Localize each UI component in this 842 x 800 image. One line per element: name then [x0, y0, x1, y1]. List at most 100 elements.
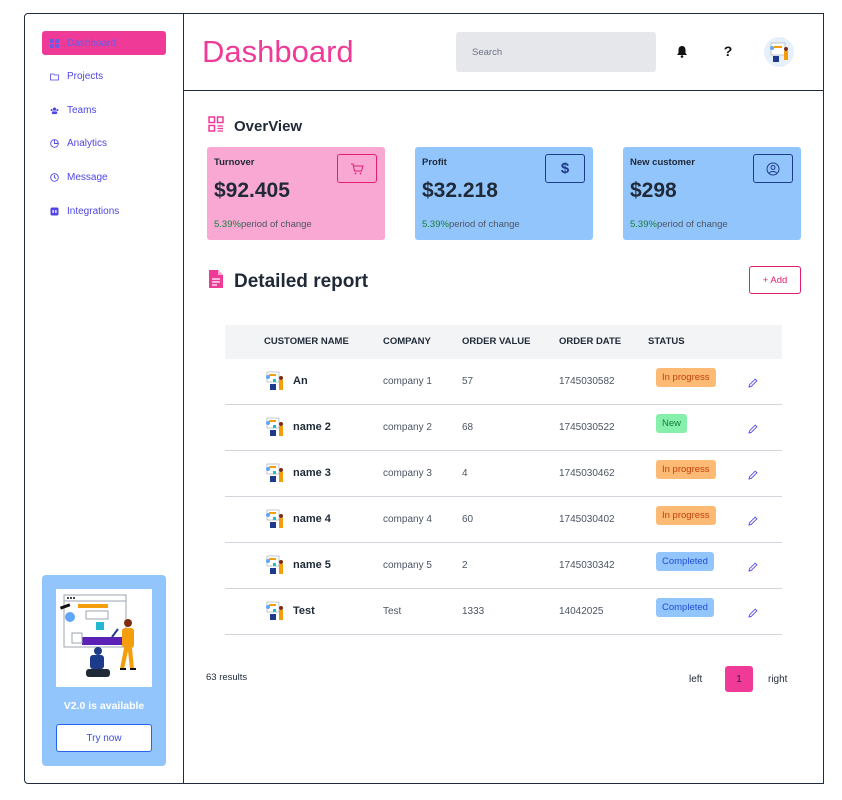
card-change-text: period of change [240, 219, 312, 230]
company-cell: Test [383, 606, 402, 617]
users-icon [50, 106, 59, 115]
table-row: name 4 company 4 60 1745030402 In progress [225, 497, 782, 543]
order-value-cell: 68 [462, 422, 474, 433]
order-date-cell: 14042025 [559, 606, 604, 617]
table-body: An company 1 57 1745030582 In progress name 2… [225, 359, 782, 635]
status-badge: In progress [656, 506, 716, 525]
order-value-cell: 57 [462, 376, 474, 387]
status-badge: In progress [656, 368, 716, 387]
company-cell: company 2 [383, 422, 432, 433]
search-input[interactable] [456, 32, 656, 72]
upgrade-promo: V2.0 is available Try now [42, 575, 166, 766]
dollar-icon-button[interactable]: $ [545, 154, 585, 183]
customer-name: Test [293, 605, 315, 617]
user-circle-icon-button[interactable] [753, 154, 793, 183]
sidebar-item-integrations[interactable]: Integrations [42, 199, 166, 223]
header: Dashboard ? [184, 14, 823, 91]
sidebar-item-analytics[interactable]: Analytics [42, 131, 166, 155]
card-label: Turnover [214, 157, 255, 168]
promo-version-text: V2.0 is available [63, 700, 145, 712]
company-cell: company 4 [383, 514, 432, 525]
help-icon[interactable]: ? [721, 43, 735, 59]
dollar-icon: $ [560, 160, 570, 177]
edit-icon[interactable] [747, 606, 759, 618]
turnover-card: Turnover $92.405 5.39%period of change [207, 147, 385, 240]
card-change-text: period of change [656, 219, 728, 230]
order-date-cell: 1745030402 [559, 514, 615, 525]
overview-icon [208, 116, 224, 136]
table-row: name 2 company 2 68 1745030522 New [225, 405, 782, 451]
status-badge: Completed [656, 598, 714, 617]
company-cell: company 3 [383, 468, 432, 479]
add-button[interactable]: + Add [749, 266, 801, 294]
sidebar-item-label: Dashboard [67, 37, 116, 49]
sidebar-item-label: Projects [67, 70, 104, 82]
col-order-value[interactable]: ORDER VALUE [462, 336, 530, 347]
prev-page-button[interactable]: left [689, 666, 702, 692]
sidebar-item-label: Teams [67, 104, 97, 116]
customer-name: name 2 [293, 421, 331, 433]
customer-name: name 3 [293, 467, 331, 479]
cart-icon-button[interactable] [337, 154, 377, 183]
order-value-cell: 2 [462, 560, 468, 571]
try-now-button[interactable]: Try now [56, 724, 152, 752]
col-customer-name[interactable]: CUSTOMER NAME [264, 336, 349, 347]
next-page-button[interactable]: right [768, 666, 787, 692]
table-header: CUSTOMER NAME COMPANY ORDER VALUE ORDER … [225, 325, 782, 359]
customer-avatar [264, 369, 286, 395]
status-badge: In progress [656, 460, 716, 479]
customer-avatar [264, 599, 286, 625]
cart-icon [351, 163, 364, 174]
sidebar-item-label: Analytics [67, 137, 108, 149]
overview-title: OverView [234, 117, 303, 135]
sidebar-item-teams[interactable]: Teams [42, 98, 166, 122]
sidebar-item-projects[interactable]: Projects [42, 64, 166, 88]
card-change-pct: 5.39% [214, 219, 241, 230]
company-cell: company 5 [383, 560, 432, 571]
table-row: An company 1 57 1745030582 In progress [225, 359, 782, 405]
card-change: 5.39%period of change [214, 219, 312, 230]
company-cell: company 1 [383, 376, 432, 387]
report-title: Detailed report [234, 271, 369, 292]
card-change: 5.39%period of change [422, 219, 520, 230]
sidebar-item-message[interactable]: Message [42, 165, 166, 189]
card-change-pct: 5.39% [422, 219, 449, 230]
customer-name: name 5 [293, 559, 331, 571]
edit-icon[interactable] [747, 560, 759, 572]
table-row: name 3 company 3 4 1745030462 In progress [225, 451, 782, 497]
sidebar-item-label: Integrations [67, 205, 120, 217]
order-value-cell: 1333 [462, 606, 485, 617]
document-icon [208, 269, 224, 295]
customer-avatar [264, 507, 286, 533]
edit-icon[interactable] [747, 376, 759, 388]
col-company[interactable]: COMPANY [383, 336, 431, 347]
results-count: 63 results [206, 672, 248, 683]
overview-heading: OverView [208, 116, 302, 136]
bell-icon[interactable] [675, 44, 689, 58]
col-order-date[interactable]: ORDER DATE [559, 336, 621, 347]
sidebar-item-dashboard[interactable]: Dashboard [42, 31, 166, 55]
page-1-button[interactable]: 1 [725, 666, 753, 692]
card-change-text: period of change [448, 219, 520, 230]
page-title: Dashboard [202, 34, 354, 69]
sidebar: Dashboard Projects Teams Analytics Messa… [24, 13, 184, 784]
order-date-cell: 1745030342 [559, 560, 615, 571]
sidebar-item-label: Message [67, 171, 108, 183]
avatar[interactable] [764, 37, 794, 67]
order-date-cell: 1745030462 [559, 468, 615, 479]
edit-icon[interactable] [747, 468, 759, 480]
edit-icon[interactable] [747, 422, 759, 434]
col-status[interactable]: STATUS [648, 336, 685, 347]
card-change: 5.39%period of change [630, 219, 728, 230]
customer-avatar [264, 461, 286, 487]
table-row: Test Test 1333 14042025 Completed [225, 589, 782, 635]
new-customer-card: New customer $298 5.39%period of change [623, 147, 801, 240]
customer-avatar [264, 553, 286, 579]
order-value-cell: 4 [462, 468, 468, 479]
status-badge: Completed [656, 552, 714, 571]
customer-name: An [293, 375, 308, 387]
report-table: CUSTOMER NAME COMPANY ORDER VALUE ORDER … [225, 325, 782, 635]
order-date-cell: 1745030582 [559, 376, 615, 387]
integrations-icon [50, 207, 59, 216]
edit-icon[interactable] [747, 514, 759, 526]
